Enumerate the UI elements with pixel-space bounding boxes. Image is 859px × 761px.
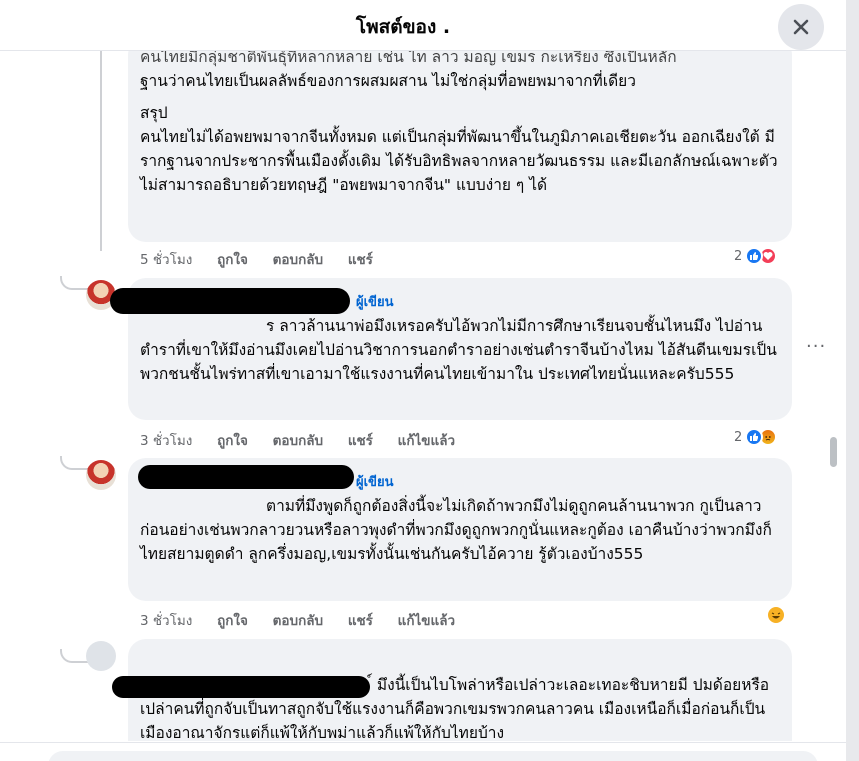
- comments-scroll-area[interactable]: คนไทยมีกลุ่มชาติพันธุ์ที่หลากหลาย เช่น ไ…: [0, 51, 846, 741]
- post-modal: โพสต์ของ . คนไทยมีกลุ่มชาติพันธุ์ที่หลาก…: [0, 0, 846, 761]
- close-button[interactable]: [778, 4, 824, 50]
- comment-time[interactable]: 3 ชั่วโมง: [140, 433, 192, 449]
- reaction-summary[interactable]: [766, 605, 786, 625]
- comment-actions: 3 ชั่วโมง ถูกใจ ตอบกลับ แชร์ แก้ไขแล้ว: [140, 609, 475, 631]
- avatar[interactable]: [86, 641, 116, 671]
- comment-text: คนไทยไม่ได้อพยพมาจากจีนทั้งหมด แต่เป็นกล…: [140, 128, 778, 194]
- reaction-summary[interactable]: 2: [734, 428, 778, 446]
- comment-text: ฐานว่าคนไทยเป็นผลลัพธ์ของการผสมผสาน ไม่ใ…: [140, 72, 636, 90]
- thread-line: [100, 51, 102, 251]
- thread-connector: [60, 649, 88, 663]
- like-button[interactable]: ถูกใจ: [217, 252, 248, 268]
- author-badge: ผู้เขียน: [356, 295, 394, 310]
- comment-actions: 5 ชั่วโมง ถูกใจ ตอบกลับ แชร์: [140, 248, 393, 270]
- comment-text: คนไทยมีกลุ่มชาติพันธุ์ที่หลากหลาย เช่น ไ…: [140, 51, 677, 66]
- haha-reaction-icon: [766, 605, 786, 625]
- reaction-count: 2: [734, 248, 743, 264]
- comment-actions: 3 ชั่วโมง ถูกใจ ตอบกลับ แชร์ แก้ไขแล้ว: [140, 429, 475, 451]
- like-button[interactable]: ถูกใจ: [217, 613, 248, 629]
- edited-label: แก้ไขแล้ว: [397, 613, 456, 629]
- comment-time[interactable]: 3 ชั่วโมง: [140, 613, 192, 629]
- redacted-author-name: [112, 676, 370, 698]
- avatar[interactable]: [86, 460, 116, 490]
- redacted-author-name: [138, 465, 354, 489]
- author-badge: ผู้เขียน: [356, 475, 394, 490]
- reaction-summary[interactable]: 2: [734, 247, 778, 265]
- comment-time[interactable]: 5 ชั่วโมง: [140, 252, 192, 268]
- redacted-author-name: [110, 288, 350, 314]
- comment-text: สรุป: [140, 104, 168, 122]
- reply-button[interactable]: ตอบกลับ: [273, 433, 323, 449]
- close-icon: [793, 19, 809, 35]
- comment-text: ร ลาวล้านนาพ่อมึงเหรอครับไอ้พวกไม่มีการศ…: [140, 317, 777, 383]
- comment-bubble: คนไทยมีกลุ่มชาติพันธุ์ที่หลากหลาย เช่น ไ…: [128, 51, 792, 242]
- reaction-count: 2: [734, 429, 743, 445]
- thread-connector: [60, 276, 88, 290]
- modal-header: โพสต์ของ .: [0, 0, 846, 51]
- comment-text: ตามที่มึงพูดก็ถูกต้องสิ่งนี้จะไม่เกิดถ้า…: [140, 497, 772, 563]
- more-options-icon[interactable]: ···: [806, 336, 826, 357]
- comment-composer-area: [0, 742, 846, 761]
- modal-title: โพสต์ของ .: [355, 16, 451, 38]
- reply-button[interactable]: ตอบกลับ: [273, 613, 323, 629]
- comment-input[interactable]: [48, 751, 818, 761]
- background-page-edge: [846, 0, 859, 761]
- edited-label: แก้ไขแล้ว: [397, 433, 456, 449]
- share-button[interactable]: แชร์: [348, 613, 373, 629]
- scrollbar-thumb[interactable]: [830, 437, 837, 467]
- reply-button[interactable]: ตอบกลับ: [273, 252, 323, 268]
- like-button[interactable]: ถูกใจ: [217, 433, 248, 449]
- share-button[interactable]: แชร์: [348, 252, 373, 268]
- share-button[interactable]: แชร์: [348, 433, 373, 449]
- thread-connector: [60, 456, 88, 470]
